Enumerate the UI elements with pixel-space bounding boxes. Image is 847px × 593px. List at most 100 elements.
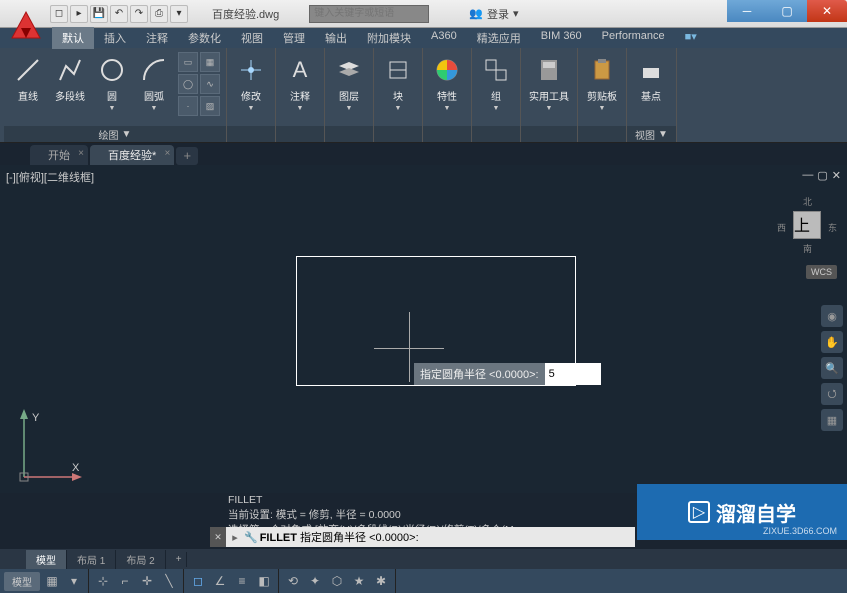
qat-new-button[interactable]: ◻ — [50, 5, 68, 23]
status-more-button[interactable]: ▾ — [64, 571, 84, 591]
region-button[interactable]: ▨ — [200, 96, 220, 116]
qat-open-button[interactable]: ▸ — [70, 5, 88, 23]
command-prompt-icon: 🔧 — [244, 531, 258, 544]
qat-dropdown-button[interactable]: ▾ — [170, 5, 188, 23]
tab-default[interactable]: 默认 — [52, 27, 94, 49]
transparency-toggle[interactable]: ◧ — [254, 571, 274, 591]
status-model-button[interactable]: 模型 — [4, 572, 40, 591]
chevron-down-icon: ▼ — [658, 129, 668, 140]
gizmo-toggle[interactable]: ✱ — [371, 571, 391, 591]
nav-orbit-button[interactable]: ⭯ — [821, 383, 843, 405]
window-close-button[interactable]: ✕ — [807, 0, 847, 22]
tab-insert[interactable]: 插入 — [94, 27, 136, 49]
group-button[interactable]: 组▼ — [478, 52, 514, 114]
nav-zoom-button[interactable]: 🔍 — [821, 357, 843, 379]
viewcube-face[interactable]: 上 — [793, 211, 821, 239]
close-icon[interactable]: × — [78, 148, 84, 159]
layout-2-tab[interactable]: 布局 2 — [116, 550, 165, 569]
clipboard-button[interactable]: 剪贴板▼ — [584, 52, 620, 114]
base-button[interactable]: 基点 — [633, 52, 669, 105]
crosshair — [409, 312, 410, 382]
tab-featured[interactable]: 精选应用 — [467, 27, 531, 49]
qat-save-button[interactable]: 💾 — [90, 5, 108, 23]
document-title: 百度经验.dwg — [212, 6, 279, 22]
tab-bim360[interactable]: BIM 360 — [531, 27, 592, 49]
line-button[interactable]: 直线 — [10, 52, 46, 105]
close-icon[interactable]: × — [164, 148, 170, 159]
infocenter-search[interactable] — [309, 5, 429, 23]
properties-button[interactable]: 特性▼ — [429, 52, 465, 114]
polyline-button[interactable]: 多段线 — [52, 52, 88, 105]
window-minimize-button[interactable]: ─ — [727, 0, 767, 22]
spline-button[interactable]: ∿ — [200, 74, 220, 94]
modify-button[interactable]: 修改▼ — [233, 52, 269, 114]
view-panel-dropdown[interactable]: 视图▼ — [627, 126, 676, 142]
viewport-maximize-button[interactable]: ▢ — [817, 169, 827, 182]
circle-button[interactable]: 圆▼ — [94, 52, 130, 114]
tab-view[interactable]: 视图 — [231, 27, 273, 49]
layout-model-tab[interactable]: 模型 — [26, 550, 67, 569]
qat-redo-button[interactable]: ↷ — [130, 5, 148, 23]
dynamic-ucs-toggle[interactable]: ⬡ — [327, 571, 347, 591]
tab-output[interactable]: 输出 — [315, 27, 357, 49]
login-button[interactable]: 👥 登录 ▾ — [469, 6, 518, 22]
osnap-toggle[interactable]: ◻ — [188, 571, 208, 591]
snap-toggle[interactable]: ⊹ — [93, 571, 113, 591]
svg-text:Y: Y — [32, 412, 40, 424]
viewport-label[interactable]: [-][俯视][二维线框] — [6, 169, 94, 185]
viewcube[interactable]: 北 南 东 西 上 — [777, 195, 837, 255]
utilities-button[interactable]: 实用工具▼ — [527, 52, 571, 114]
qat-undo-button[interactable]: ↶ — [110, 5, 128, 23]
cycling-toggle[interactable]: ⟲ — [283, 571, 303, 591]
tab-performance[interactable]: Performance — [592, 27, 675, 49]
rect-button[interactable]: ▭ — [178, 52, 198, 72]
tab-focus[interactable]: ■▾ — [675, 27, 707, 49]
grid-toggle[interactable]: ▦ — [42, 571, 62, 591]
dynamic-prompt-input[interactable] — [545, 363, 601, 385]
ellipse-button[interactable]: ◯ — [178, 74, 198, 94]
hatch-button[interactable]: ▦ — [200, 52, 220, 72]
start-tab[interactable]: 开始× — [30, 145, 88, 165]
layer-button[interactable]: 图层▼ — [331, 52, 367, 114]
app-logo[interactable] — [8, 8, 44, 44]
tab-manage[interactable]: 管理 — [273, 27, 315, 49]
filter-toggle[interactable]: ★ — [349, 571, 369, 591]
user-icon: 👥 — [469, 7, 483, 20]
3dosnap-toggle[interactable]: ✦ — [305, 571, 325, 591]
viewport-close-button[interactable]: ✕ — [832, 169, 841, 182]
ucs-icon: Y X — [14, 407, 84, 487]
ortho-toggle[interactable]: ⌐ — [115, 571, 135, 591]
nav-showmotion-button[interactable]: ▦ — [821, 409, 843, 431]
point-button[interactable]: · — [178, 96, 198, 116]
wcs-badge[interactable]: WCS — [806, 265, 837, 279]
chevron-down-icon: ▼ — [122, 129, 132, 140]
document-tab[interactable]: 百度经验*× — [90, 145, 174, 165]
draw-panel-label[interactable]: 绘图▼ — [4, 126, 226, 142]
arc-button[interactable]: 圆弧▼ — [136, 52, 172, 114]
add-layout-button[interactable]: + — [166, 552, 187, 567]
iso-toggle[interactable]: ╲ — [159, 571, 179, 591]
polar-toggle[interactable]: ✛ — [137, 571, 157, 591]
annotate-button[interactable]: A注释▼ — [282, 52, 318, 114]
tab-addins[interactable]: 附加模块 — [357, 27, 421, 49]
nav-pan-button[interactable]: ✋ — [821, 331, 843, 353]
otrack-toggle[interactable]: ∠ — [210, 571, 230, 591]
svg-text:X: X — [72, 462, 80, 474]
qat-print-button[interactable]: ⎙ — [150, 5, 168, 23]
tab-a360[interactable]: A360 — [421, 27, 467, 49]
play-icon: ▷ — [688, 501, 710, 523]
dynamic-prompt-label: 指定圆角半径 <0.0000>: — [414, 363, 545, 385]
login-label: 登录 — [487, 6, 509, 22]
nav-wheel-button[interactable]: ◉ — [821, 305, 843, 327]
add-tab-button[interactable]: + — [176, 147, 198, 165]
layout-1-tab[interactable]: 布局 1 — [67, 550, 116, 569]
tab-annotate[interactable]: 注释 — [136, 27, 178, 49]
command-history-toggle[interactable]: ▸ — [226, 531, 244, 544]
viewport-minimize-button[interactable]: — — [802, 169, 813, 182]
block-button[interactable]: 块▼ — [380, 52, 416, 114]
lineweight-toggle[interactable]: ≡ — [232, 571, 252, 591]
window-maximize-button[interactable]: ▢ — [767, 0, 807, 22]
command-line-input[interactable]: FILLET 指定圆角半径 <0.0000>: — [258, 529, 635, 545]
tab-parametric[interactable]: 参数化 — [178, 27, 231, 49]
command-line-handle[interactable]: ✕ — [210, 527, 226, 547]
